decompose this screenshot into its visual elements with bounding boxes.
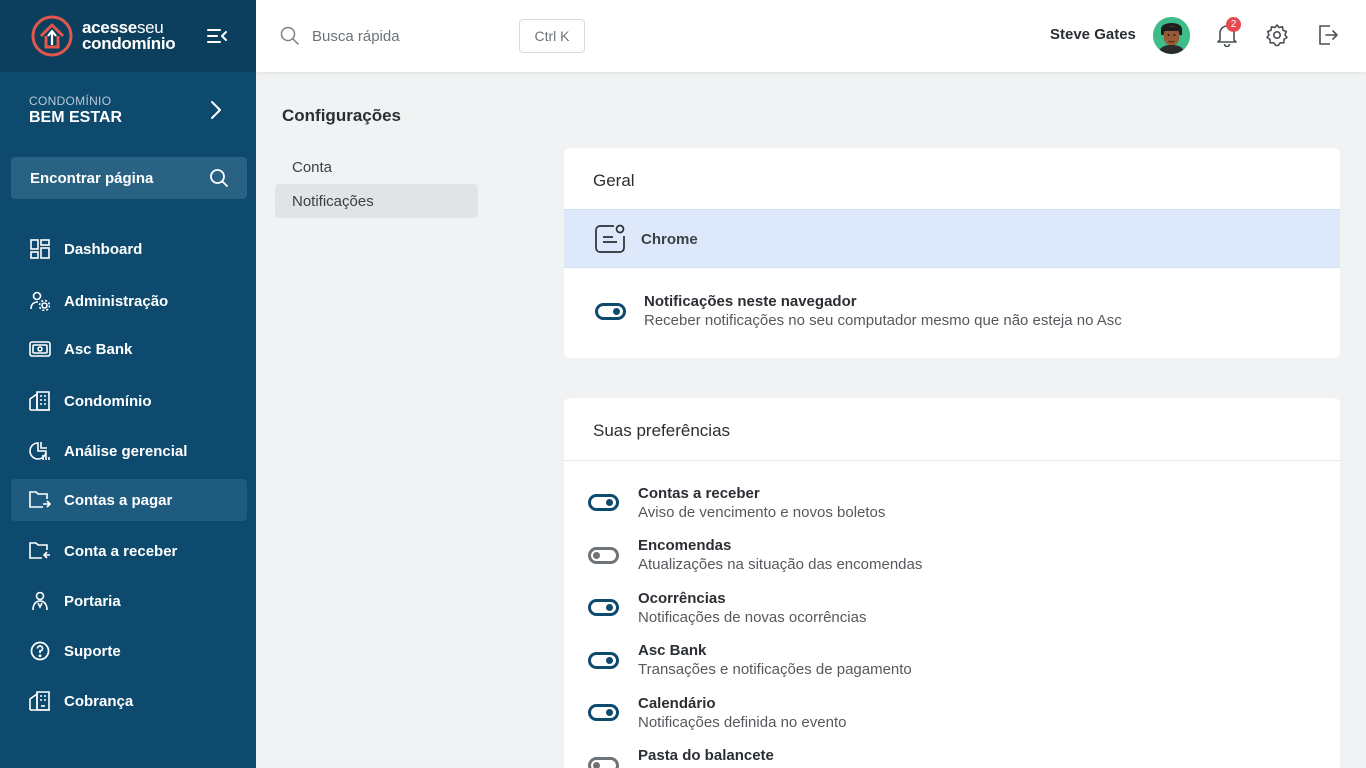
- toggle-asc-bank[interactable]: [588, 652, 619, 669]
- logo-text: acesseseu condomínio: [82, 18, 176, 53]
- search-icon: [209, 168, 229, 192]
- building-icon: [29, 390, 51, 412]
- building-billing-icon: [29, 690, 51, 712]
- find-page-input[interactable]: Encontrar página: [11, 157, 247, 199]
- pref-title: Ocorrências: [638, 590, 726, 607]
- topbar: Ctrl K Steve Gates 2: [256, 0, 1366, 72]
- sidebar-item-label: Asc Bank: [64, 340, 133, 358]
- sidebar-item-suporte[interactable]: Suporte: [11, 630, 247, 672]
- card-title: Suas preferências: [593, 421, 731, 440]
- toggle-pasta-do-balancete[interactable]: [588, 757, 619, 768]
- settings-button[interactable]: [1265, 23, 1289, 52]
- toggle-calendario[interactable]: [588, 704, 619, 721]
- sidebar: acesseseu condomínio CONDOMÍNIO BEM ESTA…: [0, 0, 256, 768]
- condominium-selector[interactable]: CONDOMÍNIO BEM ESTAR: [0, 72, 256, 148]
- toggle-ocorrencias[interactable]: [588, 599, 619, 616]
- preferences-card: Suas preferências Contas a receber Aviso…: [564, 398, 1340, 768]
- sidebar-item-label: Dashboard: [64, 240, 143, 258]
- toggle-encomendas[interactable]: [588, 547, 619, 564]
- gatekeeper-icon: [29, 590, 51, 612]
- sidebar-item-administracao[interactable]: Administração: [11, 280, 247, 322]
- sidebar-item-label: Administração: [64, 292, 169, 310]
- admin-gear-user-icon: [29, 290, 51, 312]
- sidebar-item-label: Condomínio: [64, 392, 152, 410]
- sidebar-item-portaria[interactable]: Portaria: [11, 580, 247, 622]
- browser-notifications-toggle[interactable]: [595, 303, 626, 320]
- pref-desc: Notificações definida no evento: [638, 714, 847, 731]
- folder-arrow-in-icon: [29, 540, 51, 562]
- chevron-right-icon: [206, 98, 226, 122]
- notification-count-badge: 2: [1226, 17, 1241, 32]
- divider: [564, 460, 1340, 461]
- tab-conta[interactable]: Conta: [275, 150, 478, 184]
- sidebar-item-label: Suporte: [64, 642, 121, 660]
- sidebar-item-asc-bank[interactable]: Asc Bank: [11, 328, 247, 370]
- browser-row: Chrome: [564, 209, 1340, 268]
- logo-icon: [30, 14, 78, 58]
- sidebar-item-contas-a-pagar[interactable]: Contas a pagar: [11, 479, 247, 521]
- general-settings-card: Geral Chrome Notificações neste navegado…: [564, 148, 1340, 358]
- dashboard-icon: [29, 238, 51, 260]
- collapse-menu-icon: [207, 29, 227, 43]
- toggle-contas-a-receber[interactable]: [588, 494, 619, 511]
- sidebar-item-label: Análise gerencial: [64, 442, 188, 460]
- browser-device-icon: [594, 223, 626, 260]
- browser-notifications-desc: Receber notificações no seu computador m…: [644, 312, 1122, 329]
- brand-bar: acesseseu condomínio: [0, 0, 256, 72]
- sidebar-item-analise-gerencial[interactable]: Análise gerencial: [11, 430, 247, 472]
- browser-name: Chrome: [641, 231, 698, 248]
- pref-desc: Aviso de vencimento e novos boletos: [638, 504, 886, 521]
- chart-pie-icon: [29, 440, 51, 462]
- sidebar-item-label: Cobrança: [64, 692, 134, 710]
- pref-desc: Notificações de novas ocorrências: [638, 609, 867, 626]
- bank-card-icon: [29, 338, 51, 360]
- find-page-label: Encontrar página: [30, 169, 154, 187]
- quick-search-input[interactable]: [312, 22, 512, 50]
- avatar[interactable]: [1153, 17, 1190, 54]
- folder-arrow-out-icon: [29, 489, 51, 511]
- search-shortcut-hint: Ctrl K: [519, 19, 585, 53]
- gear-icon: [1266, 24, 1288, 47]
- collapse-menu-button[interactable]: [206, 26, 228, 46]
- logout-icon: [1319, 25, 1338, 45]
- sidebar-item-label: Portaria: [64, 592, 121, 610]
- pref-desc: Transações e notificações de pagamento: [638, 661, 912, 678]
- card-title: Geral: [593, 171, 635, 190]
- pref-title: Calendário: [638, 695, 716, 712]
- browser-notifications-title: Notificações neste navegador: [644, 293, 857, 310]
- page-title: Configurações: [282, 106, 402, 125]
- search-icon: [280, 26, 300, 51]
- sidebar-item-condominio[interactable]: Condomínio: [11, 380, 247, 422]
- pref-title: Contas a receber: [638, 485, 760, 502]
- sidebar-item-dashboard[interactable]: Dashboard: [11, 228, 247, 270]
- logout-button[interactable]: [1317, 24, 1339, 51]
- sidebar-item-cobranca[interactable]: Cobrança: [11, 680, 247, 722]
- sidebar-item-label: Conta a receber: [64, 542, 178, 560]
- sidebar-item-conta-a-receber[interactable]: Conta a receber: [11, 530, 247, 572]
- help-circle-icon: [29, 640, 51, 662]
- tab-notificacoes[interactable]: Notificações: [275, 184, 478, 218]
- pref-title: Encomendas: [638, 537, 732, 554]
- pref-desc: Atualizações na situação das encomendas: [638, 556, 923, 573]
- pref-title: Pasta do balancete: [638, 747, 774, 764]
- pref-title: Asc Bank: [638, 642, 707, 659]
- user-name[interactable]: Steve Gates: [1050, 26, 1136, 43]
- sidebar-item-label: Contas a pagar: [64, 491, 173, 509]
